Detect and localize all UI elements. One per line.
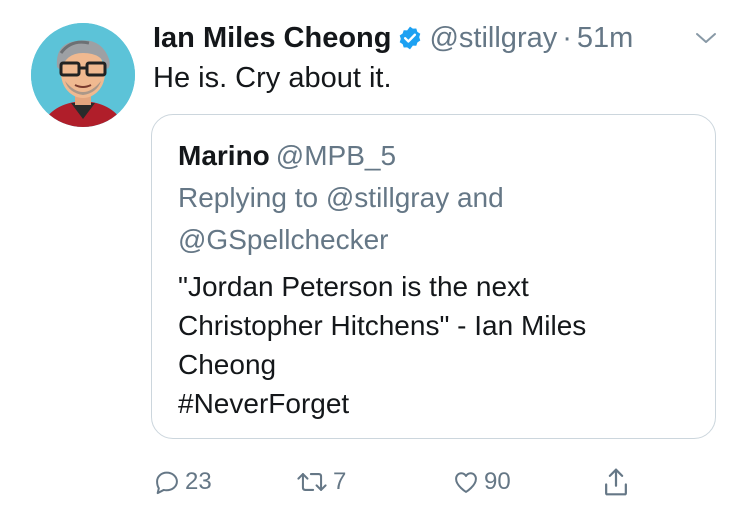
like-button[interactable]: 90 — [452, 462, 511, 502]
author-handle[interactable]: @stillgray — [429, 18, 557, 58]
reply-button[interactable]: 23 — [153, 462, 212, 502]
quoted-tweet[interactable]: Marino @MPB_5 Replying to @stillgray and … — [151, 114, 716, 439]
quoted-text: "Jordan Peterson is the next Christopher… — [178, 267, 698, 423]
share-icon — [605, 468, 627, 496]
quoted-header: Marino @MPB_5 — [178, 137, 396, 175]
quoted-text-line: "Jordan Peterson is the next — [178, 271, 529, 302]
reply-count: 23 — [185, 468, 212, 495]
retweet-button[interactable]: 7 — [295, 462, 346, 502]
replying-to: Replying to @stillgray and @GSpellchecke… — [178, 177, 698, 261]
share-button[interactable] — [601, 462, 635, 502]
quoted-text-line: Cheong — [178, 349, 277, 380]
tweet-text: He is. Cry about it. — [153, 62, 392, 94]
like-count: 90 — [484, 468, 511, 495]
quoted-author-handle: @MPB_5 — [275, 140, 397, 171]
verified-badge-icon — [397, 25, 423, 51]
replying-to-line: Replying to @stillgray and — [178, 182, 504, 213]
replying-to-line: @GSpellchecker — [178, 224, 389, 255]
retweet-icon — [297, 473, 327, 491]
separator-dot: · — [562, 22, 572, 54]
avatar[interactable] — [31, 23, 135, 127]
chevron-down-icon[interactable] — [694, 28, 718, 48]
retweet-count: 7 — [333, 468, 347, 495]
action-bar: 23 7 90 — [153, 462, 653, 502]
tweet-timestamp[interactable]: 51m — [577, 18, 633, 58]
author-name[interactable]: Ian Miles Cheong — [153, 18, 391, 58]
tweet-header: Ian Miles Cheong @stillgray · 51m — [153, 18, 633, 58]
heart-icon — [455, 472, 477, 493]
quoted-text-line: #NeverForget — [178, 388, 350, 419]
quoted-author-name: Marino — [178, 140, 270, 171]
reply-icon — [156, 471, 178, 495]
quoted-text-line: Christopher Hitchens" - Ian Miles — [178, 310, 587, 341]
